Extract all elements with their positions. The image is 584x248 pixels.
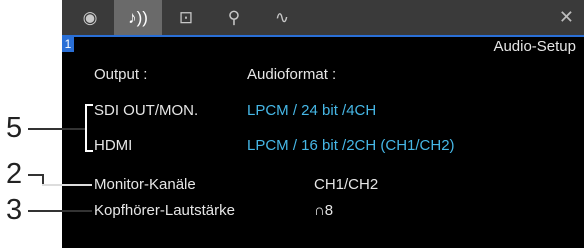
headphone-volume-value[interactable]: ∩8 bbox=[314, 202, 333, 219]
tab-wave[interactable]: ∿ bbox=[258, 0, 306, 35]
system-wave-icon: ∿ bbox=[274, 7, 290, 27]
sdi-out-value[interactable]: LPCM / 24 bit /4CH bbox=[247, 102, 376, 119]
sdi-out-label[interactable]: SDI OUT/MON. bbox=[94, 102, 198, 119]
hdmi-value[interactable]: LPCM / 16 bit /2CH (CH1/CH2) bbox=[247, 137, 455, 154]
hdmi-label[interactable]: HDMI bbox=[94, 137, 132, 154]
callout-3-line bbox=[28, 210, 92, 212]
audioformat-header: Audioformat : bbox=[247, 66, 337, 83]
headphone-volume-number: 8 bbox=[324, 202, 334, 219]
tab-separator bbox=[62, 35, 584, 37]
tab-system[interactable]: ⚲ bbox=[210, 0, 258, 35]
recording-settings-icon: ⊡ bbox=[178, 7, 194, 27]
callout-3: 3 bbox=[6, 194, 23, 226]
output-header: Output : bbox=[94, 66, 148, 83]
selection-bracket bbox=[85, 104, 93, 152]
tab-audio[interactable]: ♪)) bbox=[114, 0, 162, 35]
close-icon[interactable]: ✕ bbox=[559, 7, 574, 28]
headphone-volume-label[interactable]: Kopfhörer-Lautstärke bbox=[94, 202, 235, 219]
monitor-channels-value[interactable]: CH1/CH2 bbox=[314, 176, 378, 193]
page-title: Audio-Setup bbox=[493, 38, 576, 55]
audio-icon: ♪)) bbox=[128, 7, 148, 27]
callout-5: 5 bbox=[6, 112, 23, 144]
wrench-icon: ⚲ bbox=[227, 7, 241, 27]
headphone-icon: ∩ bbox=[314, 202, 325, 219]
page-number-badge: 1 bbox=[62, 37, 74, 52]
camera-reel-icon: ◉ bbox=[82, 7, 98, 27]
menu-tab-bar: ◉ ♪)) ⊡ ⚲ ∿ ✕ bbox=[62, 0, 584, 35]
callout-2-line-c bbox=[42, 184, 92, 186]
callout-5-line bbox=[28, 128, 85, 130]
tab-recording[interactable]: ⊡ bbox=[162, 0, 210, 35]
callout-2: 2 bbox=[6, 158, 23, 190]
tab-camera-reel[interactable]: ◉ bbox=[66, 0, 114, 35]
monitor-channels-label[interactable]: Monitor-Kanäle bbox=[94, 176, 196, 193]
callout-2-line-a bbox=[28, 174, 42, 176]
